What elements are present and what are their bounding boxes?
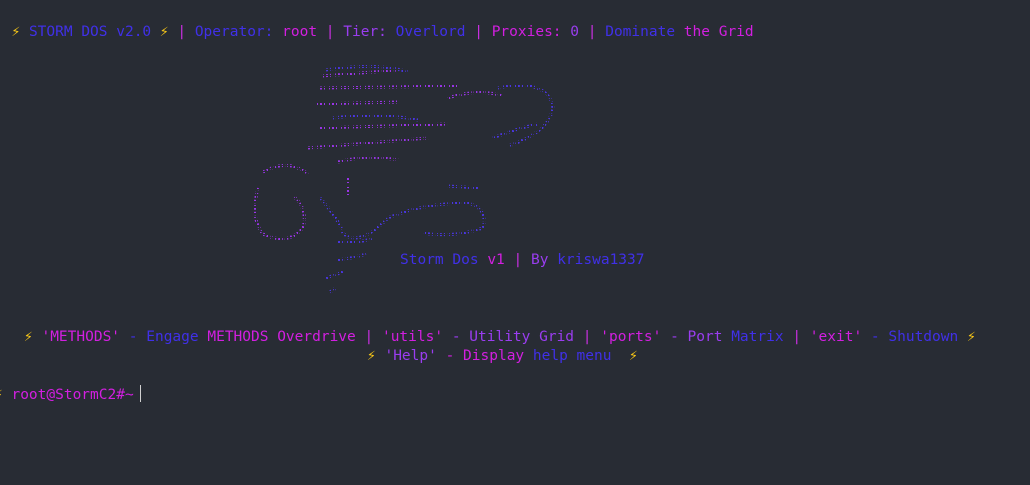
lightning-icon: ⚡ — [24, 329, 33, 345]
separator: | — [587, 24, 597, 40]
ports-desc: - Port — [670, 329, 723, 345]
proxies-label: Proxies: — [491, 24, 562, 40]
lightning-icon: ⚡ — [159, 24, 169, 40]
tier-label: Tier: — [343, 24, 387, 40]
banner-version: v1 — [487, 252, 505, 268]
lightning-icon: ⚡ — [367, 348, 376, 364]
command-prompt[interactable]: ⚡ root@StormC2#~ — [0, 385, 141, 404]
separator: | — [325, 24, 335, 40]
lightning-icon: ⚡ — [11, 24, 21, 40]
operator-label: Operator: — [194, 24, 274, 40]
text-cursor[interactable] — [139, 385, 141, 402]
methods-desc: - Engage — [128, 329, 199, 345]
menu-line-2: ⚡ 'Help' - Display help menu ⚡ — [367, 347, 638, 365]
tagline-part: Dominate — [605, 24, 676, 40]
separator: | — [513, 252, 523, 268]
menu-line-1: ⚡ 'METHODS' - Engage METHODS Overdrive |… — [24, 328, 976, 346]
operator-value: root — [282, 24, 318, 40]
separator: | — [364, 329, 374, 345]
banner-title-part: Storm Dos — [400, 252, 479, 268]
help-desc: - Display — [445, 348, 525, 364]
utils-command: 'utils' — [381, 329, 444, 345]
help-desc: help menu — [532, 348, 612, 364]
status-header: ⚡ STORM DOS v2.0 ⚡ | Operator: root | Ti… — [0, 5, 754, 41]
proxies-value: 0 — [570, 24, 580, 40]
lightning-icon: ⚡ — [966, 329, 976, 345]
exit-desc: - Shutdown — [870, 329, 959, 345]
help-command: 'Help' — [384, 348, 437, 364]
tier-value: Overlord — [395, 24, 466, 40]
lightning-icon: ⚡ — [628, 348, 638, 364]
exit-command: 'exit' — [809, 329, 863, 345]
methods-command: 'METHODS' — [41, 329, 121, 345]
app-brand: STORM DOS v2.0 — [28, 24, 152, 40]
banner-title: Storm Dos v1 | By kriswa1337 — [400, 251, 645, 269]
prompt-text: root@StormC2#~ — [11, 387, 134, 403]
separator: | — [474, 24, 483, 40]
banner-by: By — [530, 252, 549, 268]
separator: | — [177, 24, 187, 40]
methods-desc: METHODS Overdrive — [207, 329, 356, 345]
utils-desc: - Utility Grid — [451, 329, 575, 345]
ports-desc: Matrix — [731, 329, 784, 345]
tagline-part: the Grid — [683, 24, 754, 40]
separator: | — [582, 329, 592, 345]
separator: | — [792, 329, 802, 345]
ports-command: 'ports' — [600, 329, 662, 345]
banner-author: kriswa1337 — [557, 252, 645, 268]
lightning-icon: ⚡ — [0, 387, 3, 403]
